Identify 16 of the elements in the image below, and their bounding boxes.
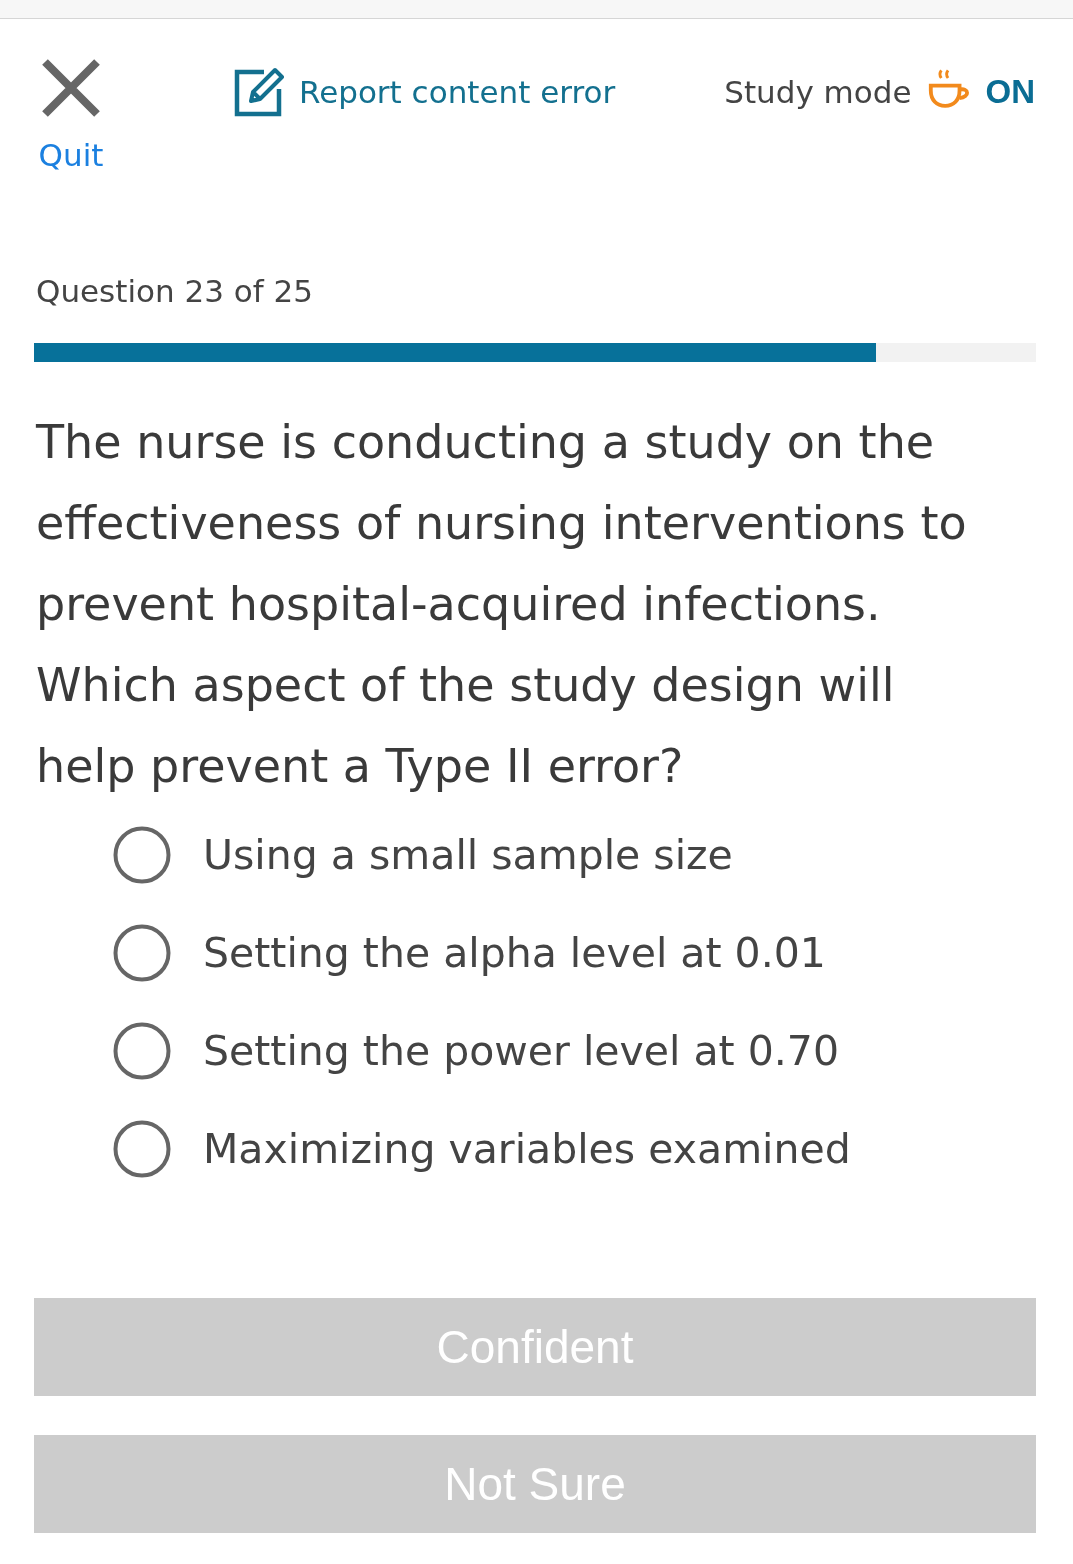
study-mode-toggle[interactable]: ON	[985, 73, 1035, 111]
radio-button[interactable]	[113, 1022, 171, 1080]
radio-button[interactable]	[113, 1120, 171, 1178]
edit-note-icon	[234, 67, 286, 117]
close-icon	[41, 59, 101, 117]
option-label[interactable]: Setting the power level at 0.70	[203, 1027, 839, 1075]
option-label[interactable]: Setting the alpha level at 0.01	[203, 929, 826, 977]
report-error-link[interactable]: Report content error	[234, 67, 616, 117]
radio-button[interactable]	[113, 924, 171, 982]
question-text: The nurse is conducting a study on the effectiveness of nursing interventions to prevent hospital-acquired infections. Which aspect of the study design will help prevent a Type II error?	[36, 414, 968, 795]
quit-button[interactable]: Quit	[36, 59, 106, 173]
option-label[interactable]: Maximizing variables examined	[203, 1125, 851, 1173]
radio-button[interactable]	[113, 826, 171, 884]
study-mode-label: Study mode	[724, 74, 912, 110]
option-label[interactable]: Using a small sample size	[203, 831, 733, 879]
question-counter: Question 23 of 25	[36, 272, 314, 311]
